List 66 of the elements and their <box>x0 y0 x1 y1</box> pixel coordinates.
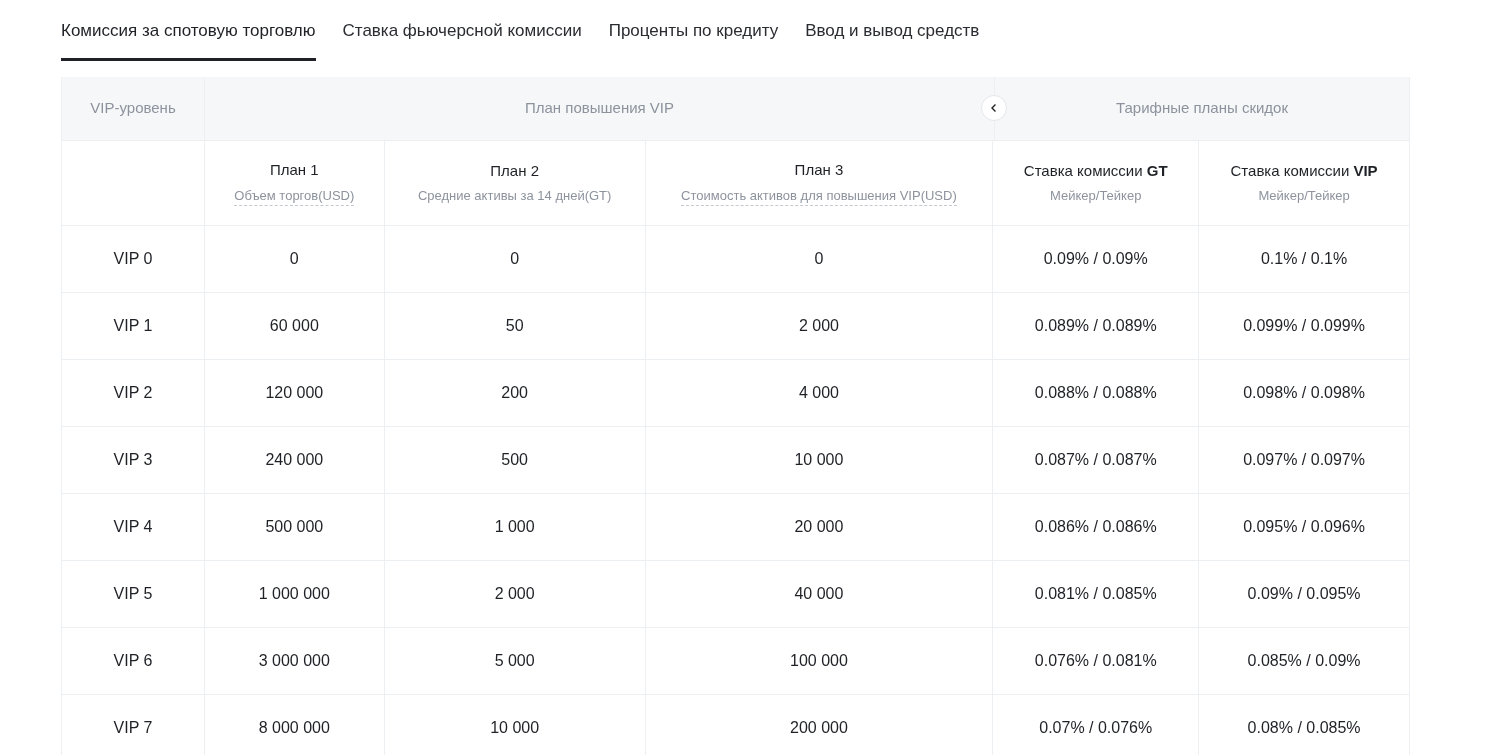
table-cell-text: VIP 2 <box>113 382 153 403</box>
column-header: VIP-уровень <box>90 97 176 118</box>
table-cell-text: VIP 1 <box>113 315 153 336</box>
column-title: План 2 <box>490 160 539 181</box>
table-cell-text: 0.1% / 0.1% <box>1260 248 1348 269</box>
table-cell-text: 2 000 <box>494 583 535 604</box>
table-cell-text: 0.081% / 0.085% <box>1034 583 1157 604</box>
table-cell-text: 0.08% / 0.085% <box>1247 717 1361 738</box>
table-cell-text: 0.087% / 0.087% <box>1034 449 1157 470</box>
tab[interactable]: Ввод и вывод средств <box>805 18 980 61</box>
table-cell-text: 60 000 <box>269 315 319 336</box>
table-cell-text: 20 000 <box>794 516 844 537</box>
table-cell-text: VIP 4 <box>113 516 153 537</box>
column-subtitle: Стоимость активов для повышения VIP(USD) <box>681 185 957 206</box>
table-cell-text: 3 000 000 <box>258 650 330 671</box>
table-cell-text: 0.086% / 0.086% <box>1034 516 1157 537</box>
table-cell-text: 10 000 <box>490 717 540 738</box>
table-cell-text: 50 <box>505 315 524 336</box>
table-cell-text: VIP 0 <box>113 248 153 269</box>
table-cell-text: 0.097% / 0.097% <box>1243 449 1365 470</box>
table-cell-text: 2 000 <box>798 315 839 336</box>
table-cell-text: 120 000 <box>265 382 324 403</box>
table-cell-text: 0 <box>510 248 520 269</box>
table-cell-text: 240 000 <box>265 449 324 470</box>
table-cell-text: 1 000 <box>494 516 535 537</box>
table-cell-text: 500 <box>501 449 528 470</box>
table-cell-text: 8 000 000 <box>258 717 330 738</box>
table-cell-text: 0.085% / 0.09% <box>1247 650 1361 671</box>
table-cell-text: 200 000 <box>790 717 848 738</box>
table-cell-text: 4 000 <box>798 382 839 403</box>
table-cell-text: 500 000 <box>265 516 324 537</box>
column-subtitle: Объем торгов(USD) <box>234 185 355 206</box>
table-cell-text: 0.095% / 0.096% <box>1243 516 1365 537</box>
table-cell-text: 0.07% / 0.076% <box>1039 717 1153 738</box>
table-cell-text: 0.098% / 0.098% <box>1243 382 1365 403</box>
table-cell-text: 0.088% / 0.088% <box>1034 382 1157 403</box>
table-cell-text: 0.099% / 0.099% <box>1243 315 1365 336</box>
table-cell-text: 0.09% / 0.09% <box>1043 248 1148 269</box>
column-subtitle: Мейкер/Тейкер <box>1050 187 1142 205</box>
column-header: Тарифные планы скидок <box>1116 97 1288 118</box>
table-cell-text: 5 000 <box>494 650 535 671</box>
table-cell-text: VIP 3 <box>113 449 153 470</box>
chevron-left-icon[interactable] <box>981 94 1007 121</box>
tab[interactable]: Ставка фьючерсной комиссии <box>342 18 582 61</box>
table-cell-text: 1 000 000 <box>258 583 330 604</box>
table-cell-text: 10 000 <box>794 449 844 470</box>
column-title: План 1 <box>270 160 319 180</box>
table-cell-text: 0.089% / 0.089% <box>1034 315 1157 336</box>
column-header: План повышения VIP <box>524 97 675 118</box>
table-cell-text: 0 <box>289 248 299 269</box>
table-cell-text: 0.076% / 0.081% <box>1034 650 1157 671</box>
table-cell-text: VIP 7 <box>113 717 153 738</box>
column-subtitle: Мейкер/Тейкер <box>1258 187 1350 205</box>
table-cell-text: 0.09% / 0.095% <box>1247 583 1361 604</box>
column-title: Ставка комиссии GT <box>1023 160 1168 181</box>
column-title: Ставка комиссии VIP <box>1230 160 1378 181</box>
tab[interactable]: Проценты по кредиту <box>608 18 779 61</box>
column-title: План 3 <box>794 160 844 180</box>
tab[interactable]: Комиссия за спотовую торговлю <box>61 18 316 61</box>
table-cell-text: 40 000 <box>794 583 844 604</box>
table-cell-text: VIP 5 <box>113 583 153 604</box>
column-subtitle: Средние активы за 14 дней(GT) <box>417 187 612 205</box>
table-cell-text: VIP 6 <box>113 650 153 671</box>
table-cell-text: 0 <box>814 248 824 269</box>
table-cell-text: 100 000 <box>790 650 848 671</box>
table-cell-text: 200 <box>501 382 528 403</box>
